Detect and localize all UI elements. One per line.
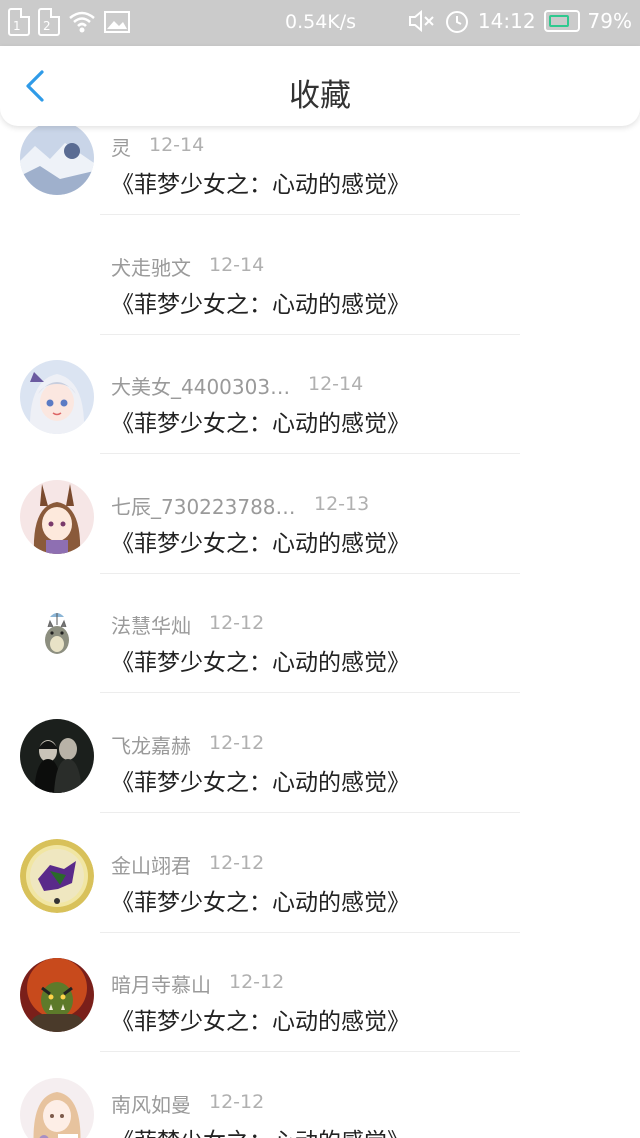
- avatar[interactable]: [20, 838, 94, 913]
- book-title[interactable]: 《菲梦少女之：心动的感觉》: [111, 763, 410, 797]
- user-name: 暗月寺慕山: [111, 973, 211, 998]
- favorites-list: 灵 12-14 《菲梦少女之：心动的感觉》 犬走驰文 12-14 《菲梦少女之：心动的感觉…: [0, 96, 640, 1138]
- alarm-icon: [445, 11, 468, 33]
- book-title[interactable]: 《菲梦少女之：心动的感觉》: [111, 404, 410, 438]
- user-name: 金山翊君: [111, 853, 191, 878]
- user-name: 灵: [111, 136, 131, 160]
- image-notification-icon: [104, 11, 130, 33]
- avatar[interactable]: [20, 958, 94, 1033]
- book-title[interactable]: 《菲梦少女之：心动的感觉》: [111, 285, 410, 319]
- user-name: 飞龙嘉赫: [111, 733, 191, 758]
- sim2-label: 2: [43, 19, 51, 33]
- item-date: 12-12: [229, 971, 285, 994]
- network-speed: 0.54K/s: [285, 11, 357, 33]
- status-left-icons: 1 2: [8, 8, 130, 36]
- item-date: 12-12: [209, 731, 265, 754]
- list-item[interactable]: 法慧华灿 12-12 《菲梦少女之：心动的感觉》: [0, 574, 640, 694]
- item-date: 12-13: [314, 492, 370, 515]
- avatar[interactable]: [20, 360, 94, 435]
- user-name: 南风如曼: [111, 1092, 191, 1117]
- sim1-icon: 1: [8, 8, 30, 36]
- avatar[interactable]: [20, 718, 94, 793]
- list-item[interactable]: 南风如曼 12-12 《菲梦少女之：心动的感觉》: [0, 1053, 640, 1138]
- book-title[interactable]: 《菲梦少女之：心动的感觉》: [111, 1122, 410, 1138]
- book-title[interactable]: 《菲梦少女之：心动的感觉》: [111, 524, 410, 558]
- list-item[interactable]: 金山翊君 12-12 《菲梦少女之：心动的感觉》: [0, 814, 640, 934]
- book-title[interactable]: 《菲梦少女之：心动的感觉》: [111, 643, 410, 677]
- book-title[interactable]: 《菲梦少女之：心动的感觉》: [111, 165, 410, 199]
- battery-percent: 79%: [587, 9, 632, 33]
- item-date: 12-14: [308, 373, 364, 396]
- item-date: 12-12: [209, 612, 265, 635]
- user-name: 法慧华灿: [111, 614, 191, 639]
- sim2-icon: 2: [38, 8, 60, 36]
- item-date: 12-12: [209, 851, 265, 874]
- wifi-icon: [69, 11, 95, 33]
- book-title[interactable]: 《菲梦少女之：心动的感觉》: [111, 883, 410, 917]
- list-item[interactable]: 暗月寺慕山 12-12 《菲梦少女之：心动的感觉》: [0, 933, 640, 1053]
- item-date: 12-14: [209, 253, 265, 276]
- list-item[interactable]: 七辰_730223788… 12-13 《菲梦少女之：心动的感觉》: [0, 455, 640, 575]
- clock-time: 14:12: [477, 9, 536, 33]
- sim1-label: 1: [13, 19, 21, 33]
- avatar[interactable]: [20, 599, 94, 674]
- book-title[interactable]: 《菲梦少女之：心动的感觉》: [111, 1002, 410, 1036]
- list-item[interactable]: 犬走驰文 12-14 《菲梦少女之：心动的感觉》: [0, 216, 640, 336]
- item-date: 12-14: [149, 134, 205, 156]
- mute-icon: [408, 9, 434, 33]
- status-bar: 1 2 0.54K/s 14:12 79%: [0, 0, 640, 46]
- user-name: 七辰_730223788…: [111, 494, 296, 519]
- list-item[interactable]: 飞龙嘉赫 12-12 《菲梦少女之：心动的感觉》: [0, 694, 640, 814]
- battery-fill: [548, 15, 570, 27]
- user-name: 大美女_4400303…: [111, 375, 291, 400]
- list-item[interactable]: 大美女_4400303… 12-14 《菲梦少女之：心动的感觉》: [0, 335, 640, 455]
- avatar[interactable]: [20, 1077, 94, 1138]
- page-title: 收藏: [289, 78, 351, 114]
- item-date: 12-12: [209, 1090, 265, 1113]
- avatar[interactable]: [20, 241, 94, 315]
- user-name: 犬走驰文: [111, 255, 191, 280]
- avatar[interactable]: [20, 479, 94, 554]
- nav-bar: 收藏: [0, 46, 640, 126]
- avatar[interactable]: [20, 121, 94, 195]
- status-right-icons: 14:12 79%: [408, 8, 632, 34]
- battery-icon: [543, 10, 580, 32]
